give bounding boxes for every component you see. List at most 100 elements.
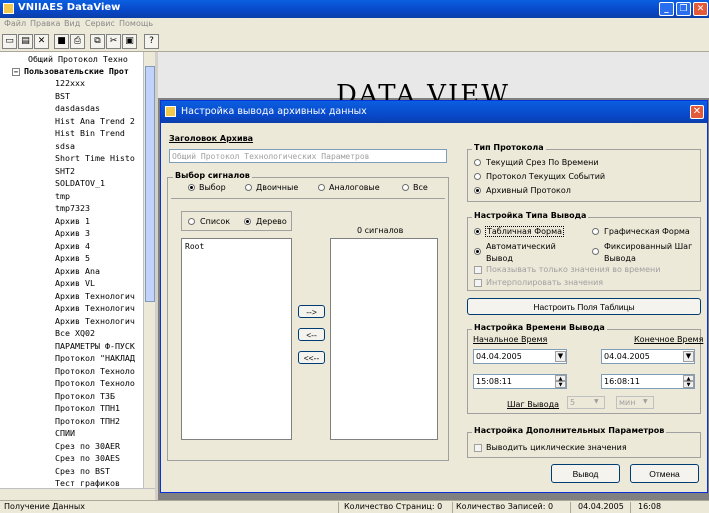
start-date-picker[interactable]: 04.04.2005 ▼ — [473, 349, 567, 364]
protocol-current-slice-radio[interactable] — [474, 159, 481, 166]
menu-file[interactable]: Файл — [4, 19, 26, 28]
tree-item[interactable]: ПАРАМЕТРЫ Ф-ПУСК — [55, 341, 135, 351]
tree-expand-icon[interactable]: − — [12, 68, 20, 76]
filter-analog-radio[interactable] — [318, 184, 325, 191]
selected-signals-list[interactable] — [330, 238, 438, 440]
protocol-archive-radio[interactable] — [474, 187, 481, 194]
output-step-unit-combo[interactable]: мин ▼ — [616, 396, 654, 409]
remove-signal-button[interactable]: <-- — [298, 328, 325, 341]
interpolate-checkbox[interactable] — [474, 279, 482, 287]
save-icon[interactable]: ■ — [54, 34, 69, 49]
tree-item[interactable]: Архив Технологич — [55, 303, 135, 313]
close-icon[interactable]: ✕ — [693, 2, 708, 16]
copy-icon[interactable]: ⧉ — [90, 34, 105, 49]
tree-item[interactable]: Архив 4 — [55, 241, 90, 251]
tree-item[interactable]: Short Time Histo — [55, 153, 135, 163]
tree-item[interactable]: Протокол "НАКЛАД — [55, 353, 135, 363]
form-table-radio[interactable] — [474, 228, 481, 235]
dialog-close-icon[interactable]: ✕ — [690, 105, 704, 119]
view-list-radio[interactable] — [188, 218, 195, 225]
tree-item[interactable]: sdsa — [55, 141, 75, 151]
tree-group[interactable]: − Пользовательские Прот — [12, 66, 129, 76]
chevron-down-icon[interactable]: ▼ — [555, 351, 566, 362]
status-divider — [452, 502, 453, 513]
tree-item[interactable]: 122xxx — [55, 78, 85, 88]
cyclic-values-checkbox[interactable] — [474, 444, 482, 452]
app-icon — [3, 3, 14, 14]
tree-item[interactable]: Протокол Техноло — [55, 378, 135, 388]
tree-root-item[interactable]: Root — [185, 242, 204, 251]
signal-source-tree[interactable]: Root — [181, 238, 292, 440]
tree-item[interactable]: BST — [55, 91, 70, 101]
step-auto-radio[interactable] — [474, 248, 481, 255]
output-button[interactable]: Вывод — [551, 464, 620, 483]
tree-item[interactable]: tmp7323 — [55, 203, 90, 213]
tree-item[interactable]: Срез по 30AES — [55, 453, 120, 463]
scroll-thumb[interactable] — [145, 66, 155, 302]
tree-horizontal-scrollbar[interactable] — [0, 488, 155, 500]
output-step-value-combo[interactable]: 5 ▼ — [567, 396, 605, 409]
configure-table-fields-button[interactable]: Настроить Поля Таблицы — [467, 298, 701, 315]
tree-item[interactable]: Архив 1 — [55, 216, 90, 226]
values-only-checkbox[interactable] — [474, 266, 482, 274]
minimize-icon[interactable]: _ — [659, 2, 674, 16]
protocol-events-radio[interactable] — [474, 173, 481, 180]
print-icon[interactable]: ⎙ — [70, 34, 85, 49]
tree-item[interactable]: Все XQ02 — [55, 328, 95, 338]
tree-item[interactable]: Hist Ana Trend 2 — [55, 116, 135, 126]
tree-item[interactable]: СПИИ — [55, 428, 75, 438]
tree-item[interactable]: Срез по 30AER — [55, 441, 120, 451]
tree-item[interactable]: SHT2 — [55, 166, 75, 176]
end-date-picker[interactable]: 04.04.2005 ▼ — [601, 349, 695, 364]
menu-view[interactable]: Вид — [64, 19, 80, 28]
filter-select-radio[interactable] — [188, 184, 195, 191]
tree-item[interactable]: Архив 5 — [55, 253, 90, 263]
new-doc-icon[interactable]: ▭ — [2, 34, 17, 49]
filter-binary-radio[interactable] — [245, 184, 252, 191]
tree-item[interactable]: Архив Технологич — [55, 316, 135, 326]
menu-tools[interactable]: Сервис — [85, 19, 115, 28]
form-graph-radio[interactable] — [592, 228, 599, 235]
tree-item[interactable]: dasdasdas — [55, 103, 100, 113]
tree-item[interactable]: Срез по BST — [55, 466, 110, 476]
restore-icon[interactable]: ❐ — [676, 2, 691, 16]
cancel-button[interactable]: Отмена — [630, 464, 699, 483]
tree-item[interactable]: SOLDATOV_1 — [55, 178, 105, 188]
tree-item[interactable]: Архив 3 — [55, 228, 90, 238]
delete-icon[interactable]: ✕ — [34, 34, 49, 49]
tree-vertical-scrollbar[interactable] — [143, 52, 155, 488]
view-tree-radio[interactable] — [244, 218, 251, 225]
step-fixed-label: Фиксированный Шаг Вывода — [604, 242, 693, 263]
end-date-value: 04.04.2005 — [604, 352, 650, 361]
remove-all-signals-button[interactable]: <<-- — [298, 351, 325, 364]
step-auto-label: Автоматический Вывод — [486, 242, 556, 263]
tree-item[interactable]: Протокол ТПН1 — [55, 403, 120, 413]
tree-item[interactable]: Архив VL — [55, 278, 95, 288]
tree-item[interactable]: Архив Технологич — [55, 291, 135, 301]
chevron-down-icon[interactable]: ▼ — [683, 351, 694, 362]
tree-item[interactable]: Тест графиков — [55, 478, 120, 488]
filter-all-radio[interactable] — [402, 184, 409, 191]
tree-item[interactable]: Протокол ТПН2 — [55, 416, 120, 426]
help-icon[interactable]: ? — [144, 34, 159, 49]
tree-item[interactable]: Архив Ana — [55, 266, 100, 276]
spin-down-icon[interactable]: ▼ — [555, 381, 566, 388]
end-time-spinner[interactable]: 16:08:11 ▲ ▼ — [601, 374, 695, 389]
cut-icon[interactable]: ✂ — [106, 34, 121, 49]
tree-item[interactable]: tmp — [55, 191, 70, 201]
add-signal-button[interactable]: --> — [298, 305, 325, 318]
tree-item[interactable]: Протокол Техноло — [55, 366, 135, 376]
step-fixed-radio[interactable] — [592, 248, 599, 255]
interpolate-label: Интерполировать значения — [486, 278, 604, 287]
archive-header-field[interactable]: Общий Протокол Технологических Параметро… — [169, 149, 447, 163]
tree-item-top[interactable]: Общий Протокол Техно — [28, 54, 128, 64]
menu-help[interactable]: Помощь — [119, 19, 153, 28]
tree-item[interactable]: Hist Bin Trend — [55, 128, 125, 138]
properties-icon[interactable]: ▤ — [18, 34, 33, 49]
start-time-spinner[interactable]: 15:08:11 ▲ ▼ — [473, 374, 567, 389]
paste-icon[interactable]: ▣ — [122, 34, 137, 49]
protocol-tree[interactable]: Общий Протокол Техно − Пользовательские П… — [0, 52, 155, 500]
tree-item[interactable]: Протокол ТЗБ — [55, 391, 115, 401]
menu-edit[interactable]: Правка — [30, 19, 60, 28]
spin-down-icon[interactable]: ▼ — [683, 381, 694, 388]
